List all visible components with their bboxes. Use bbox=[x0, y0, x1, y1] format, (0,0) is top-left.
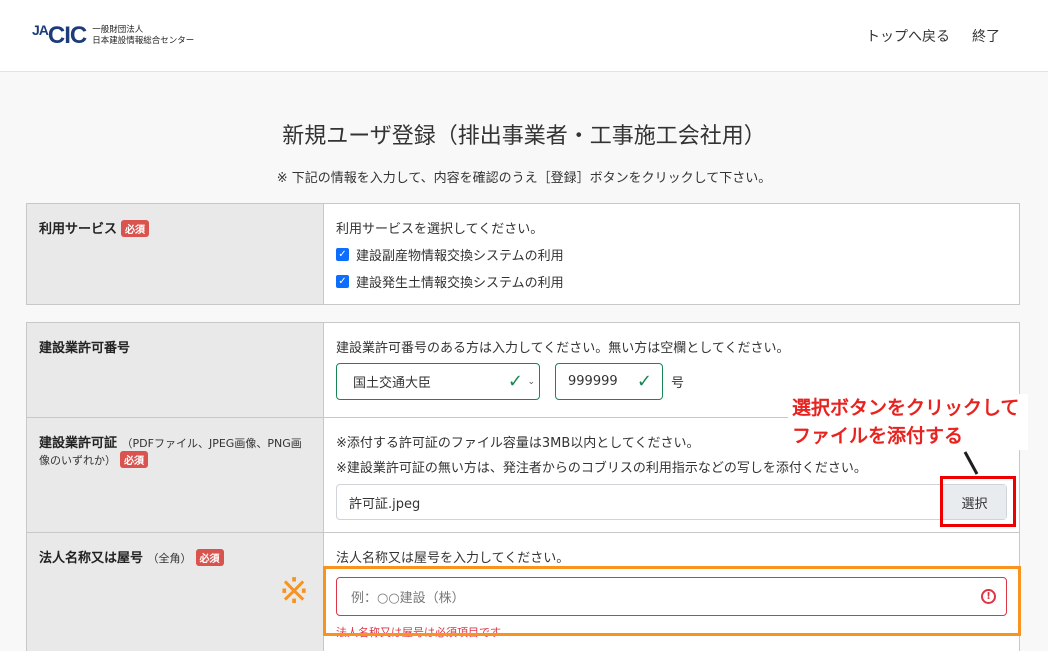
top-bar: JACIC 一般財団法人 日本建設情報総合センター トップへ戻る 終了 bbox=[0, 0, 1048, 72]
checkbox-checked-icon[interactable]: ✓ bbox=[336, 275, 349, 288]
annotation-arrow-icon bbox=[963, 451, 979, 475]
license-cert-label: 建設業許可証 （PDFファイル、JPEG画像、PNG画像のいずれか） 必須 bbox=[27, 418, 324, 532]
file-name-display[interactable]: 許可証.jpeg 選択 bbox=[336, 484, 1007, 520]
license-number-input[interactable]: 999999 ✓ bbox=[555, 363, 663, 400]
logo-text: 一般財団法人 日本建設情報総合センター bbox=[92, 25, 195, 46]
service-prompt: 利用サービスを選択してください。 bbox=[336, 222, 544, 237]
annotation-mark: ※ bbox=[279, 571, 310, 612]
annotation-callout: 選択ボタンをクリックして ファイルを添付する bbox=[788, 394, 1028, 450]
annotation-red-frame bbox=[940, 476, 1016, 527]
service-field: 利用サービスを選択してください。 ✓ 建設副産物情報交換システムの利用 ✓ 建設… bbox=[324, 204, 1019, 304]
page-title: 新規ユーザ登録（排出事業者・工事施工会社用） bbox=[282, 124, 766, 149]
license-number-prompt: 建設業許可番号のある方は入力してください。無い方は空欄としてください。 bbox=[336, 341, 790, 356]
service-option-soil[interactable]: ✓ 建設発生土情報交換システムの利用 bbox=[336, 272, 1007, 291]
required-badge: 必須 bbox=[195, 549, 224, 566]
exit-link[interactable]: 終了 bbox=[972, 26, 1000, 46]
service-label: 利用サービス 必須 bbox=[27, 204, 324, 304]
service-option-recycle[interactable]: ✓ 建設副産物情報交換システムの利用 bbox=[336, 245, 1007, 264]
logo-mark: JACIC bbox=[32, 22, 87, 49]
page-instruction: ※ 下記の情報を入力して、内容を確認のうえ［登録］ボタンをクリックして下さい。 bbox=[276, 171, 772, 186]
annotation-orange-frame bbox=[323, 566, 1021, 636]
valid-check-icon: ✓ bbox=[507, 371, 523, 392]
jacic-logo[interactable]: JACIC 一般財団法人 日本建設情報総合センター bbox=[32, 22, 194, 50]
chevron-down-icon: ⌄ bbox=[527, 376, 535, 387]
license-number-suffix: 号 bbox=[671, 376, 685, 391]
back-to-top-link[interactable]: トップへ戻る bbox=[866, 26, 950, 46]
license-cert-note-2: ※建設業許可証の無い方は、発注者からのコブリスの利用指示などの写しを添付ください… bbox=[336, 461, 867, 476]
required-badge: 必須 bbox=[121, 220, 150, 237]
license-number-label: 建設業許可番号 bbox=[27, 323, 324, 417]
required-badge: 必須 bbox=[120, 451, 148, 468]
license-authority-select[interactable]: 国土交通大臣 ✓ ⌄ bbox=[336, 363, 540, 400]
service-section: 利用サービス 必須 利用サービスを選択してください。 ✓ 建設副産物情報交換システ… bbox=[26, 203, 1020, 305]
company-name-prompt: 法人名称又は屋号を入力してください。 bbox=[336, 551, 570, 566]
checkbox-checked-icon[interactable]: ✓ bbox=[336, 248, 349, 261]
valid-check-icon: ✓ bbox=[636, 371, 652, 392]
top-nav: トップへ戻る 終了 bbox=[866, 26, 1000, 46]
